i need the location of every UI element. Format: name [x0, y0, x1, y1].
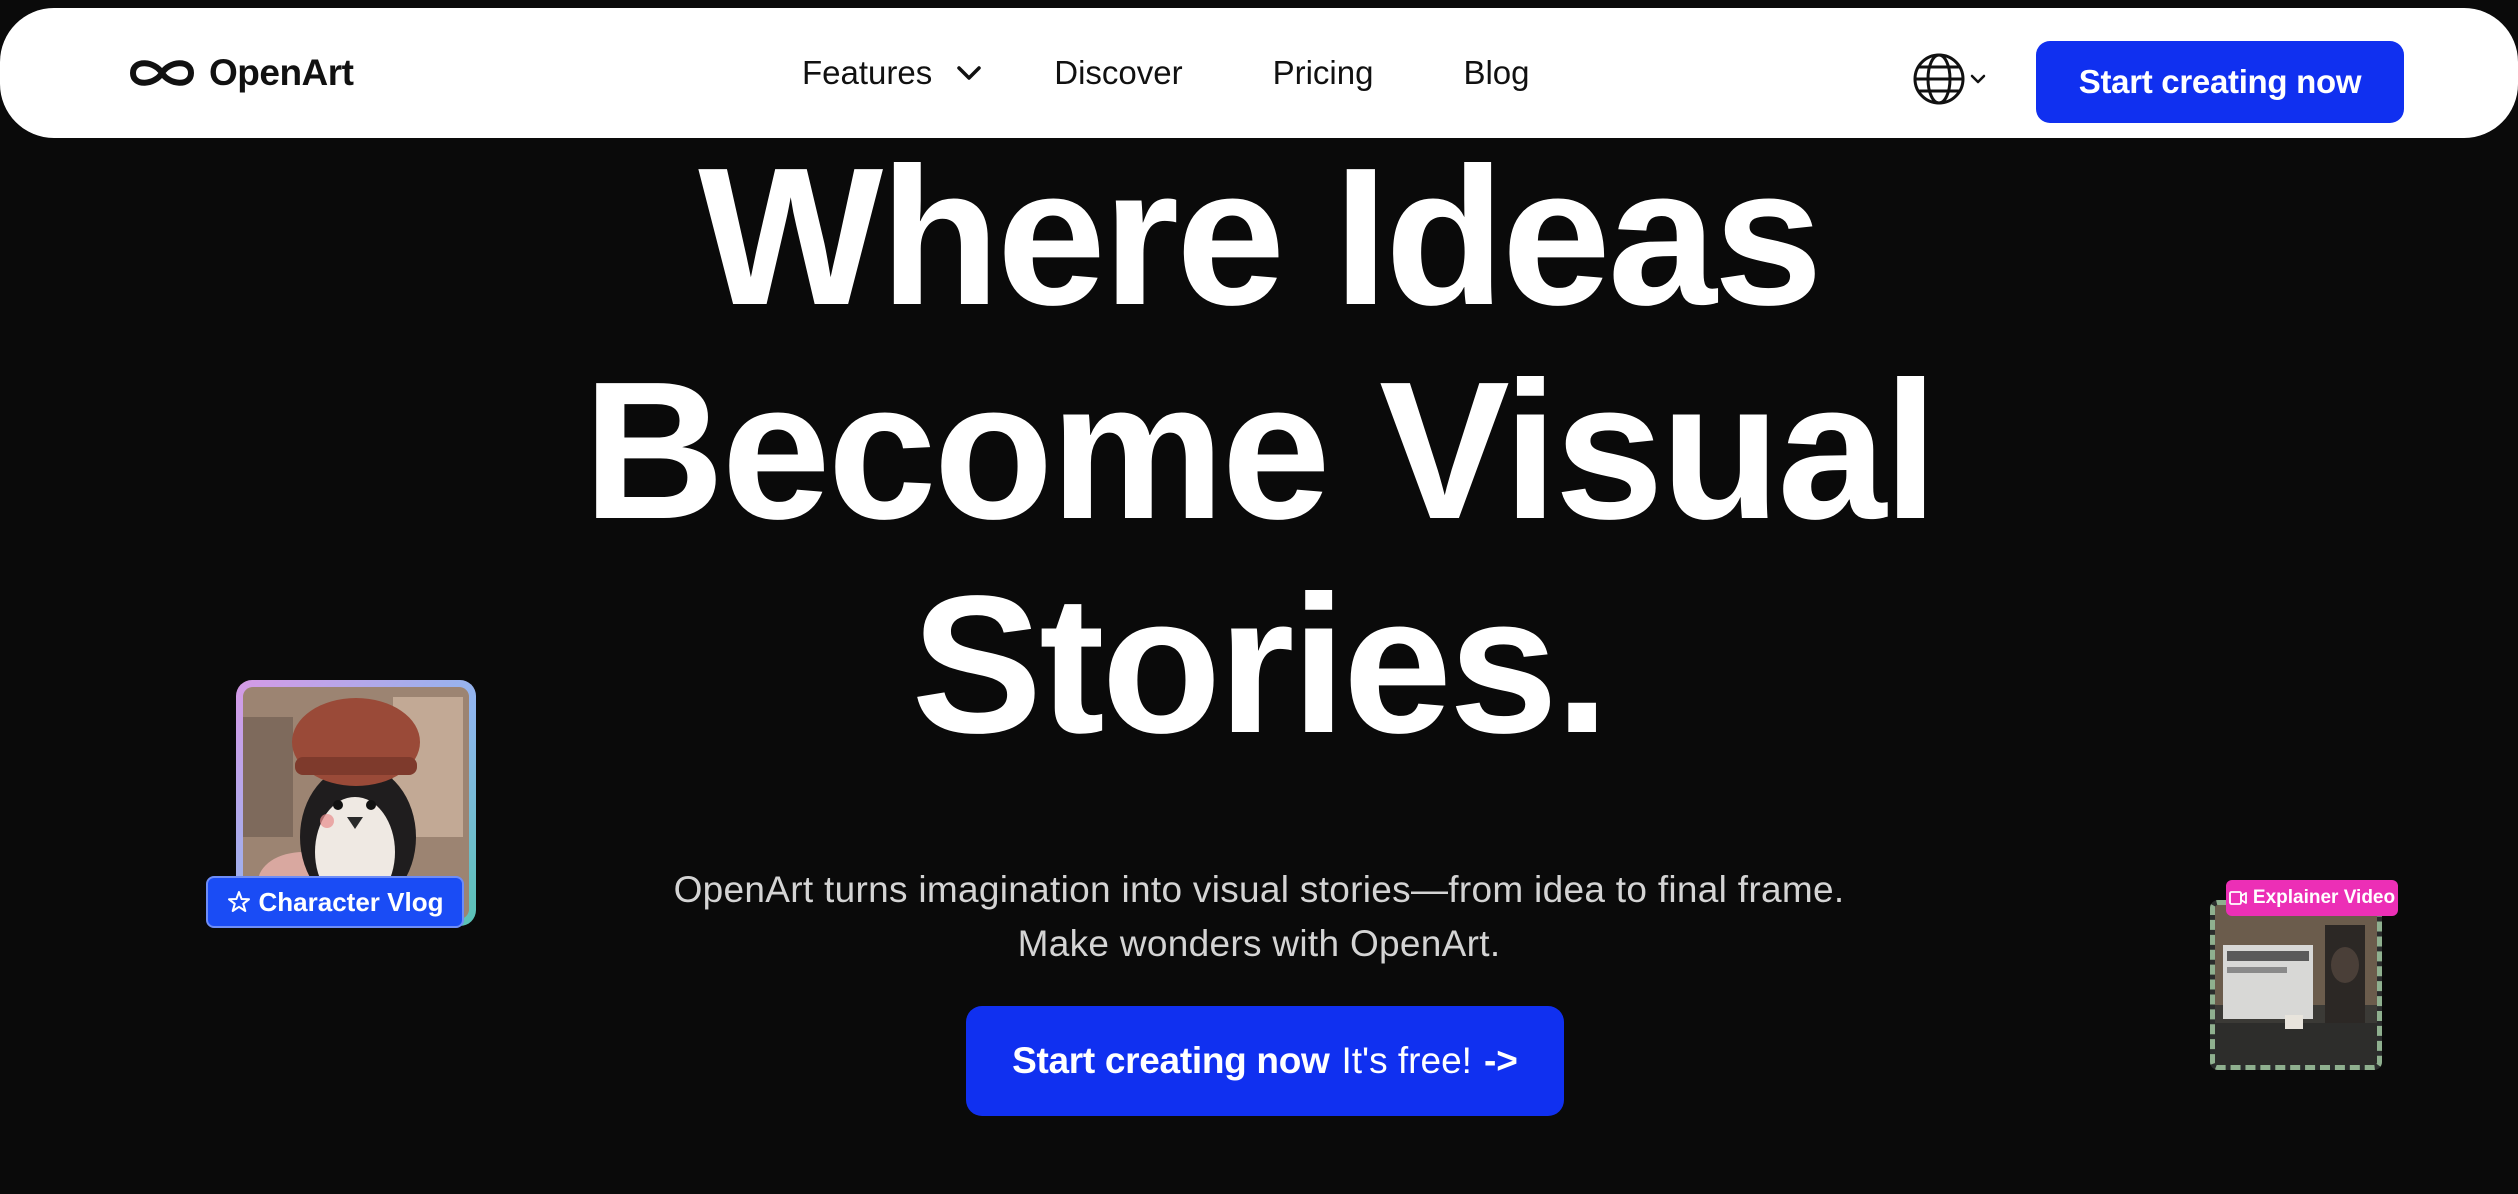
sparkle-star-icon	[227, 891, 250, 912]
main-nav: Features Discover Pricing Blog	[802, 8, 1530, 138]
nav-pricing[interactable]: Pricing	[1273, 54, 1374, 92]
hero-start-creating-button[interactable]: Start creating now It's free! ->	[966, 1006, 1564, 1116]
nav-features-label: Features	[802, 54, 933, 91]
video-icon	[2228, 891, 2247, 905]
hero-cta-free-text: It's free!	[1341, 1040, 1472, 1081]
globe-icon	[1913, 53, 1965, 105]
character-vlog-badge[interactable]: Character Vlog	[206, 876, 464, 928]
top-navbar: OpenArt Features Discover Pricing Blog S…	[0, 8, 2518, 138]
logo-text: OpenArt	[209, 52, 354, 93]
chevron-down-icon	[957, 66, 981, 80]
hero-title: Where Ideas Become Visual Stories.	[0, 130, 2518, 772]
explainer-video-thumbnail-image	[2215, 905, 2377, 1065]
explainer-video-label: Explainer Video	[2252, 887, 2396, 908]
hero-title-line-1: Where Ideas	[698, 127, 1823, 346]
language-selector[interactable]	[1912, 52, 1986, 106]
chevron-down-small-icon	[1970, 74, 1986, 84]
infinity-logo-icon	[129, 60, 195, 86]
hero-title-line-2: Become Visual	[583, 341, 1938, 560]
nav-features[interactable]: Features	[802, 54, 982, 92]
explainer-video-card[interactable]	[2210, 900, 2382, 1070]
openart-logo[interactable]: OpenArt	[125, 52, 354, 94]
explainer-video-badge[interactable]: Explainer Video	[2226, 880, 2398, 916]
hero-cta-arrow: ->	[1483, 1040, 1518, 1081]
nav-discover[interactable]: Discover	[1054, 54, 1182, 92]
nav-blog[interactable]: Blog	[1463, 54, 1529, 92]
character-vlog-label: Character Vlog	[258, 886, 444, 917]
header-start-creating-button[interactable]: Start creating now	[2036, 41, 2404, 123]
hero-cta-label: Start creating now	[1012, 1040, 1330, 1081]
